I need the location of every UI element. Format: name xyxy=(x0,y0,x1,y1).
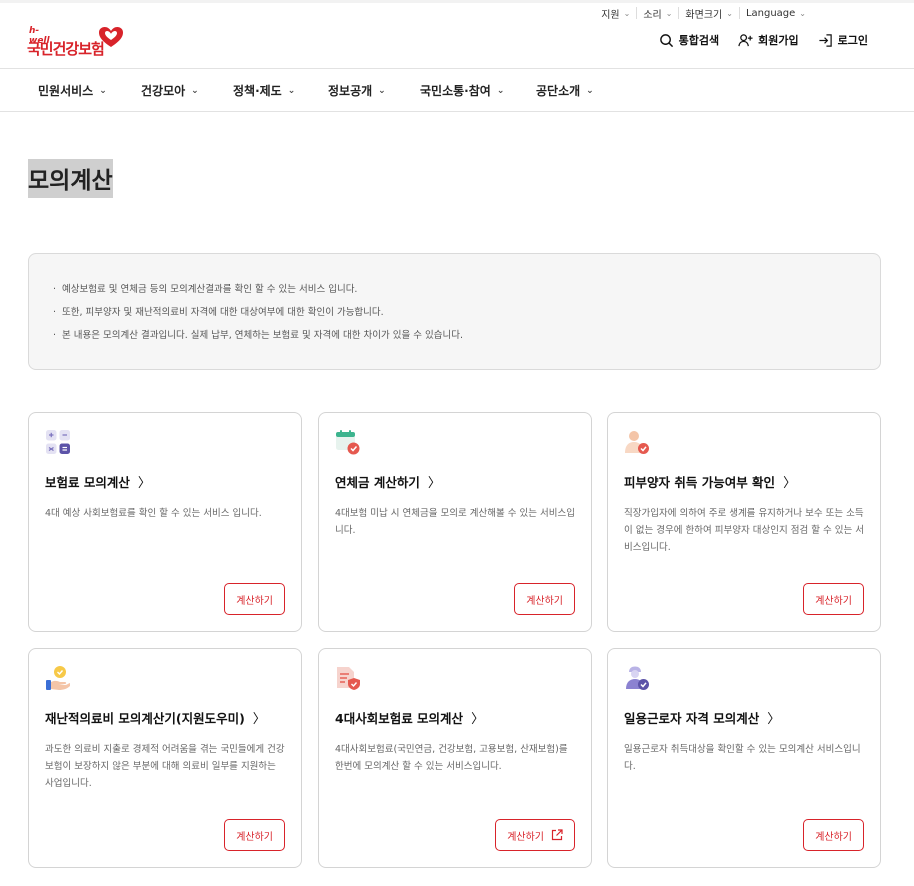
card-dependent-check: 피부양자 취득 가능여부 확인 〉 직장가입자에 의하여 주로 생계를 유지하거나… xyxy=(607,412,881,632)
utility-language[interactable]: Language ⌄ xyxy=(738,7,812,19)
chevron-down-icon: ⌄ xyxy=(378,85,386,96)
calculate-button[interactable]: 계산하기 xyxy=(224,819,285,851)
nav-policy[interactable]: 정책·제도 ⌄ xyxy=(233,82,295,99)
search-icon xyxy=(659,33,673,47)
card-description: 4대사회보험료(국민연금, 건강보험, 고용보험, 산재보험)를 한번에 모의계… xyxy=(335,744,568,772)
calculate-button[interactable]: 계산하기 xyxy=(514,583,575,615)
chevron-down-icon: ⌄ xyxy=(99,85,107,96)
card-description: 일용근로자 취득대상을 확인할 수 있는 모의계산 서비스입니다. xyxy=(624,744,861,772)
card-title[interactable]: 피부양자 취득 가능여부 확인 〉 xyxy=(624,472,796,491)
utility-support[interactable]: 지원 ⌄ xyxy=(595,7,636,21)
card-title[interactable]: 4대사회보험료 모의계산 〉 xyxy=(335,708,484,727)
chevron-down-icon: ⌄ xyxy=(665,8,673,18)
card-late-fee-calc: 연체금 계산하기 〉 4대보험 미납 시 연체금을 모의로 계산해볼 수 있는 서… xyxy=(318,412,592,632)
utility-menu: 지원 ⌄ 소리 ⌄ 화면크기 ⌄ Language ⌄ xyxy=(595,7,812,21)
coin-hand-icon xyxy=(46,666,70,690)
card-description: 4대보험 미납 시 연체금을 모의로 계산해볼 수 있는 서비스입니다. xyxy=(335,508,575,536)
card-title[interactable]: 연체금 계산하기 〉 xyxy=(335,472,441,491)
calculate-button[interactable]: 계산하기 xyxy=(803,819,864,851)
main-nav: 민원서비스 ⌄ 건강모아 ⌄ 정책·제도 ⌄ 정보공개 ⌄ 국민소통·참여 ⌄ 공단소개 ⌄ xyxy=(0,68,914,112)
info-item: 예상보험료 및 연체금 등의 모의계산결과를 확인 할 수 있는 서비스 입니다… xyxy=(53,278,880,301)
card-description: 직장가입자에 의하여 주로 생계를 유지하거나 보수 또는 소득이 없는 경우에… xyxy=(624,508,864,553)
info-item: 본 내용은 모의계산 결과입니다. 실제 납부, 연체하는 보험료 및 자격에 … xyxy=(53,324,880,347)
login-button[interactable]: 로그인 xyxy=(818,32,868,48)
person-check-icon xyxy=(625,431,649,454)
info-box: 예상보험료 및 연체금 등의 모의계산결과를 확인 할 수 있는 서비스 입니다… xyxy=(28,253,881,370)
card-title[interactable]: 재난적의료비 모의계산기(지원도우미) 〉 xyxy=(45,708,266,727)
login-label: 로그인 xyxy=(837,34,868,47)
card-four-insurance: 4대사회보험료 모의계산 〉 4대사회보험료(국민연금, 건강보험, 고용보험, … xyxy=(318,648,592,868)
nav-civil-service[interactable]: 민원서비스 ⌄ xyxy=(38,82,107,99)
calendar-icon xyxy=(336,430,360,455)
chevron-right-icon: 〉 xyxy=(252,712,266,727)
utility-sound[interactable]: 소리 ⌄ xyxy=(636,7,678,21)
chevron-down-icon: ⌄ xyxy=(726,8,733,18)
info-item: 또한, 피부양자 및 재난적의료비 자격에 대한 대상여부에 대한 확인이 가능… xyxy=(53,301,880,324)
nav-info-disclosure[interactable]: 정보공개 ⌄ xyxy=(328,82,386,99)
card-description: 과도한 의료비 지출로 경제적 어려움을 겪는 국민들에게 건강보험이 보장하지… xyxy=(45,744,285,789)
search-button[interactable]: 통합검색 xyxy=(659,32,719,48)
card-catastrophic-medical: 재난적의료비 모의계산기(지원도우미) 〉 과도한 의료비 지출로 경제적 어려움… xyxy=(28,648,302,868)
nav-health-moa[interactable]: 건강모아 ⌄ xyxy=(141,82,199,99)
chevron-right-icon: 〉 xyxy=(427,476,441,491)
chevron-right-icon: 〉 xyxy=(767,712,781,727)
logo-text: 국민건강보험 xyxy=(27,40,105,58)
header-tools: 통합검색 회원가입 로그인 xyxy=(659,32,868,48)
calculate-external-button[interactable]: 계산하기 xyxy=(495,819,575,851)
join-button[interactable]: 회원가입 xyxy=(738,32,799,48)
chevron-right-icon: 〉 xyxy=(137,476,151,491)
heart-logo-icon xyxy=(99,27,123,47)
utility-font-size[interactable]: 화면크기 ⌄ xyxy=(678,7,739,21)
chevron-down-icon: ⌄ xyxy=(799,8,806,18)
top-line xyxy=(0,0,914,3)
nav-about[interactable]: 공단소개 ⌄ xyxy=(536,82,594,99)
card-insurance-calc: 보험료 모의계산 〉 4대 예상 사회보험료를 확인 할 수 있는 서비스 입니다… xyxy=(28,412,302,632)
nav-communication[interactable]: 국민소통·참여 ⌄ xyxy=(420,82,504,99)
card-description: 4대 예상 사회보험료를 확인 할 수 있는 서비스 입니다. xyxy=(45,508,262,519)
card-title[interactable]: 일용근로자 자격 모의계산 〉 xyxy=(624,708,780,727)
chevron-down-icon: ⌄ xyxy=(191,85,199,96)
calculate-button[interactable]: 계산하기 xyxy=(224,583,285,615)
calculate-button[interactable]: 계산하기 xyxy=(803,583,864,615)
worker-check-icon xyxy=(626,666,649,690)
external-link-icon xyxy=(551,829,563,841)
card-title[interactable]: 보험료 모의계산 〉 xyxy=(45,472,151,491)
card-daily-worker: 일용근로자 자격 모의계산 〉 일용근로자 취득대상을 확인할 수 있는 모의계산… xyxy=(607,648,881,868)
calculator-icon xyxy=(46,430,70,454)
chevron-down-icon: ⌄ xyxy=(586,85,594,96)
search-label: 통합검색 xyxy=(678,34,720,47)
chevron-right-icon: 〉 xyxy=(783,476,797,491)
user-plus-icon xyxy=(738,33,753,46)
chevron-down-icon: ⌄ xyxy=(287,85,296,96)
page-title: 모의계산 xyxy=(28,159,113,198)
chevron-down-icon: ⌄ xyxy=(623,8,631,18)
chevron-down-icon: ⌄ xyxy=(496,85,505,96)
join-label: 회원가입 xyxy=(758,34,799,47)
document-shield-icon xyxy=(337,667,360,690)
login-icon xyxy=(819,33,832,47)
chevron-right-icon: 〉 xyxy=(471,712,485,727)
